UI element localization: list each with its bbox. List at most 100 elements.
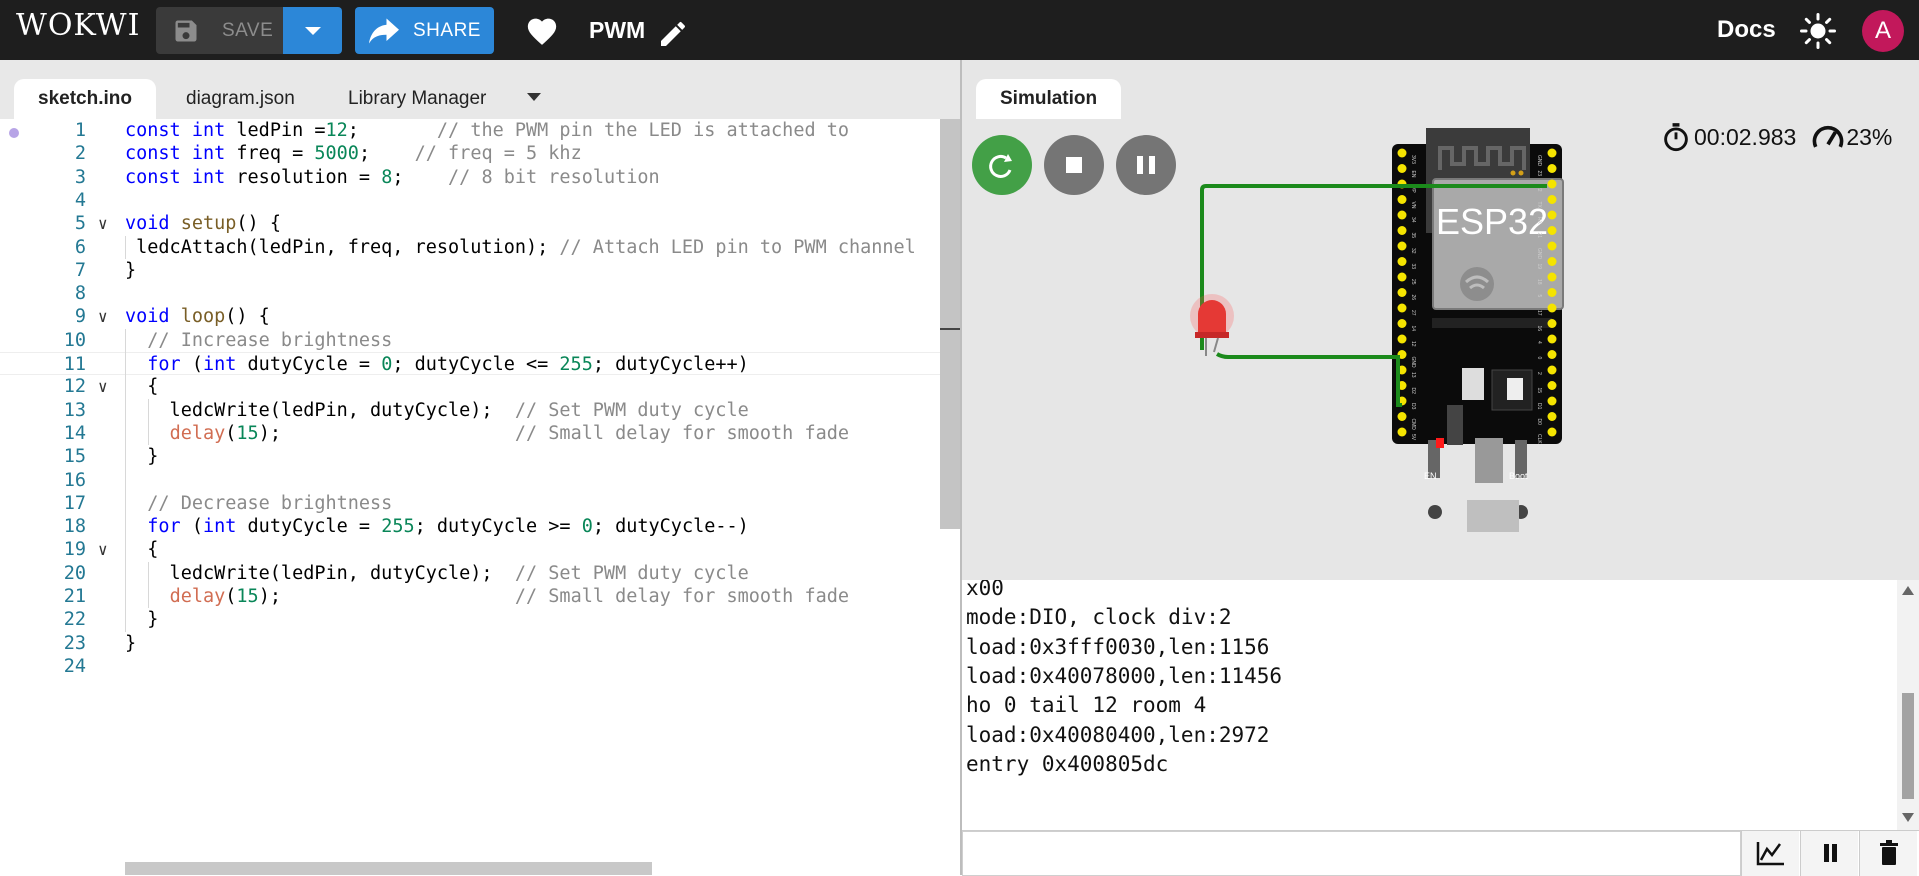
save-button[interactable]: SAVE: [156, 7, 283, 54]
code-line[interactable]: 20 ledcWrite(ledPin, dutyCycle); // Set …: [0, 562, 960, 585]
pin: [1547, 319, 1557, 328]
pin-label: 16: [1536, 326, 1542, 332]
line-number: 2: [74, 143, 86, 165]
pin-label: D1: [1536, 403, 1542, 410]
pin: [1547, 303, 1557, 313]
code-line[interactable]: 7}: [0, 259, 960, 282]
save-options-button[interactable]: [283, 7, 342, 54]
code-line[interactable]: 18 for (int dutyCycle = 255; dutyCycle >…: [0, 515, 960, 538]
pin-label: GND: [1536, 248, 1542, 260]
code-line[interactable]: 22 }: [0, 608, 960, 631]
line-number: 10: [63, 329, 86, 351]
line-number: 13: [63, 399, 86, 421]
pin: [1397, 427, 1407, 437]
scroll-down-icon[interactable]: [1902, 813, 1914, 822]
pin: [1547, 365, 1557, 375]
pin-label: CMD: [1410, 419, 1416, 431]
code-line[interactable]: 24: [0, 655, 960, 678]
code-line[interactable]: 15 }: [0, 445, 960, 468]
code-line[interactable]: 4: [0, 189, 960, 212]
share-button[interactable]: SHARE: [355, 7, 494, 54]
project-name[interactable]: PWM: [589, 17, 645, 44]
code-text: delay(15); // Small delay for smooth fad…: [169, 422, 850, 444]
code-line[interactable]: 14 delay(15); // Small delay for smooth …: [0, 422, 960, 445]
pin-label: 12: [1410, 341, 1416, 347]
pin: [1547, 195, 1557, 204]
code-text: const int ledPin =12; // the PWM pin the…: [125, 120, 850, 141]
editor-horizontal-scrollbar[interactable]: [125, 862, 652, 875]
code-line[interactable]: 10 // Increase brightness: [0, 329, 960, 352]
tab-library-manager[interactable]: Library Manager: [324, 79, 510, 119]
pin-label: 4: [1536, 341, 1542, 344]
pin: [1397, 257, 1407, 266]
fold-chevron-icon[interactable]: ∨: [98, 375, 118, 398]
pencil-icon[interactable]: [657, 18, 689, 50]
fold-chevron-icon[interactable]: ∨: [98, 212, 118, 235]
code-text: {: [125, 376, 159, 398]
code-text: }: [125, 609, 159, 631]
pin-label: 3V3: [1410, 155, 1416, 164]
code-text: for (int dutyCycle = 0; dutyCycle <= 255…: [147, 354, 749, 375]
code-line[interactable]: 13 ledcWrite(ledPin, dutyCycle); // Set …: [0, 399, 960, 422]
code-line[interactable]: 12 ∨ {: [0, 375, 960, 398]
code-line[interactable]: 23}: [0, 632, 960, 655]
pause-button[interactable]: [1116, 135, 1176, 195]
serial-pause-button[interactable]: [1800, 831, 1858, 876]
code-line[interactable]: 6 ledcAttach(ledPin, freq, resolution); …: [0, 236, 960, 259]
sun-icon[interactable]: [1800, 13, 1836, 49]
line-number: 6: [74, 236, 86, 258]
pin-label: GND: [1410, 357, 1416, 369]
simulation-pane: Simulation ESP32 EN Boot 3V3 EN VP VN 34…: [962, 60, 1919, 580]
line-number: 20: [63, 562, 86, 584]
code-line[interactable]: 19 ∨ {: [0, 538, 960, 561]
code-line[interactable]: 9 ∨ void loop() {: [0, 305, 960, 328]
avatar[interactable]: A: [1862, 10, 1904, 52]
pin-label: 15: [1536, 388, 1542, 394]
code-editor[interactable]: 1 const int ledPin =12; // the PWM pin th…: [0, 119, 960, 875]
pin-label: EN: [1410, 171, 1416, 178]
code-line[interactable]: 8: [0, 282, 960, 305]
serial-line: load:0x40080400,len:2972: [966, 722, 1270, 747]
code-line[interactable]: 17 // Decrease brightness: [0, 492, 960, 515]
wokwi-logo[interactable]: WOKWI: [16, 8, 140, 43]
serial-scrollbar[interactable]: [1897, 580, 1919, 830]
code-line[interactable]: 1 const int ledPin =12; // the PWM pin th…: [0, 119, 960, 142]
pin: [1547, 427, 1557, 437]
tab-sketch-ino[interactable]: sketch.ino: [14, 79, 156, 119]
indent-guide: [148, 561, 149, 609]
pin: [1397, 303, 1407, 313]
pin-label: 5: [1536, 295, 1542, 298]
pin: [1547, 257, 1557, 266]
code-line[interactable]: 5 ∨ void setup() {: [0, 212, 960, 235]
pin-label: 0: [1536, 357, 1542, 360]
scroll-up-icon[interactable]: [1902, 586, 1914, 595]
serial-monitor-output[interactable]: x00 mode:DIO, clock div:2 load:0x3fff0030,…: [962, 580, 1919, 830]
red-led[interactable]: [1190, 294, 1234, 356]
docs-link[interactable]: Docs: [1717, 16, 1776, 44]
pin: [1547, 396, 1557, 406]
line-number: 24: [63, 655, 86, 677]
plotter-button[interactable]: [1741, 831, 1799, 876]
code-line[interactable]: 3 const int resolution = 8; // 8 bit reso…: [0, 166, 960, 189]
code-line[interactable]: 21 delay(15); // Small delay for smooth …: [0, 585, 960, 608]
indent-guide: [148, 398, 149, 446]
stop-button[interactable]: [1044, 135, 1104, 195]
chevron-down-icon[interactable]: [527, 93, 541, 101]
heart-icon[interactable]: [525, 14, 559, 46]
code-text: {: [125, 539, 159, 561]
fold-chevron-icon[interactable]: ∨: [98, 538, 118, 561]
pin: [1547, 179, 1557, 189]
serial-input[interactable]: [962, 831, 1741, 876]
code-line[interactable]: 11 for (int dutyCycle = 0; dutyCycle <= …: [0, 352, 960, 376]
restart-button[interactable]: [972, 135, 1032, 195]
line-number: 9: [74, 306, 86, 328]
scroll-thumb[interactable]: [1902, 693, 1914, 799]
code-line[interactable]: 16: [0, 469, 960, 492]
editor-vertical-scrollbar[interactable]: [940, 119, 960, 529]
pin-label: 13: [1410, 372, 1416, 378]
code-line[interactable]: 2 const int freq = 5000; // freq = 5 khz: [0, 142, 960, 165]
fold-chevron-icon[interactable]: ∨: [98, 305, 118, 328]
tab-diagram-json[interactable]: diagram.json: [162, 79, 319, 119]
esp32-board[interactable]: ESP32 EN Boot 3V3ENVPVN34353233252627141…: [1392, 128, 1564, 532]
clear-serial-button[interactable]: [1859, 831, 1917, 876]
